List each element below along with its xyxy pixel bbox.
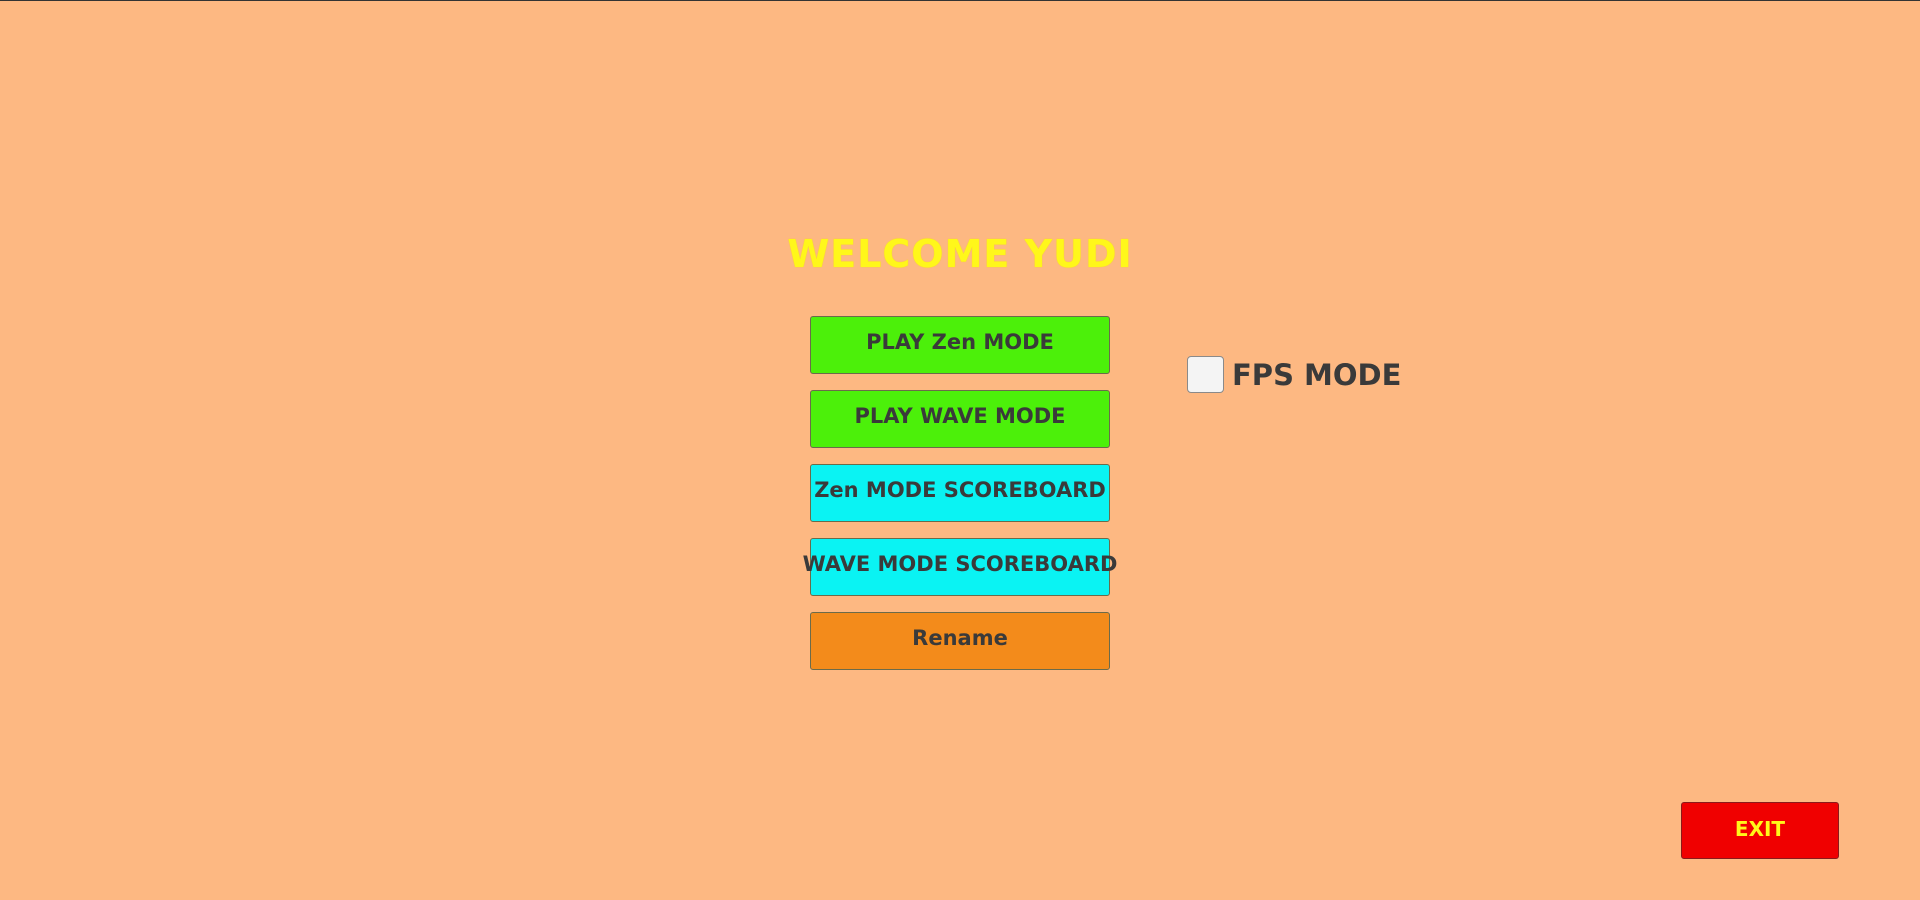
top-border: [0, 0, 1920, 1]
welcome-title: WELCOME YUDI: [787, 232, 1133, 276]
exit-button[interactable]: EXIT: [1681, 802, 1839, 859]
fps-mode-checkbox[interactable]: [1187, 356, 1224, 393]
zen-mode-scoreboard-button[interactable]: Zen MODE SCOREBOARD: [810, 464, 1110, 522]
fps-mode-label: FPS MODE: [1232, 357, 1402, 392]
play-wave-mode-button[interactable]: PLAY WAVE MODE: [810, 390, 1110, 448]
fps-mode-toggle[interactable]: FPS MODE: [1187, 356, 1401, 393]
play-zen-mode-button[interactable]: PLAY Zen MODE: [810, 316, 1110, 374]
rename-button[interactable]: Rename: [810, 612, 1110, 670]
wave-mode-scoreboard-button[interactable]: WAVE MODE SCOREBOARD: [803, 538, 1117, 596]
